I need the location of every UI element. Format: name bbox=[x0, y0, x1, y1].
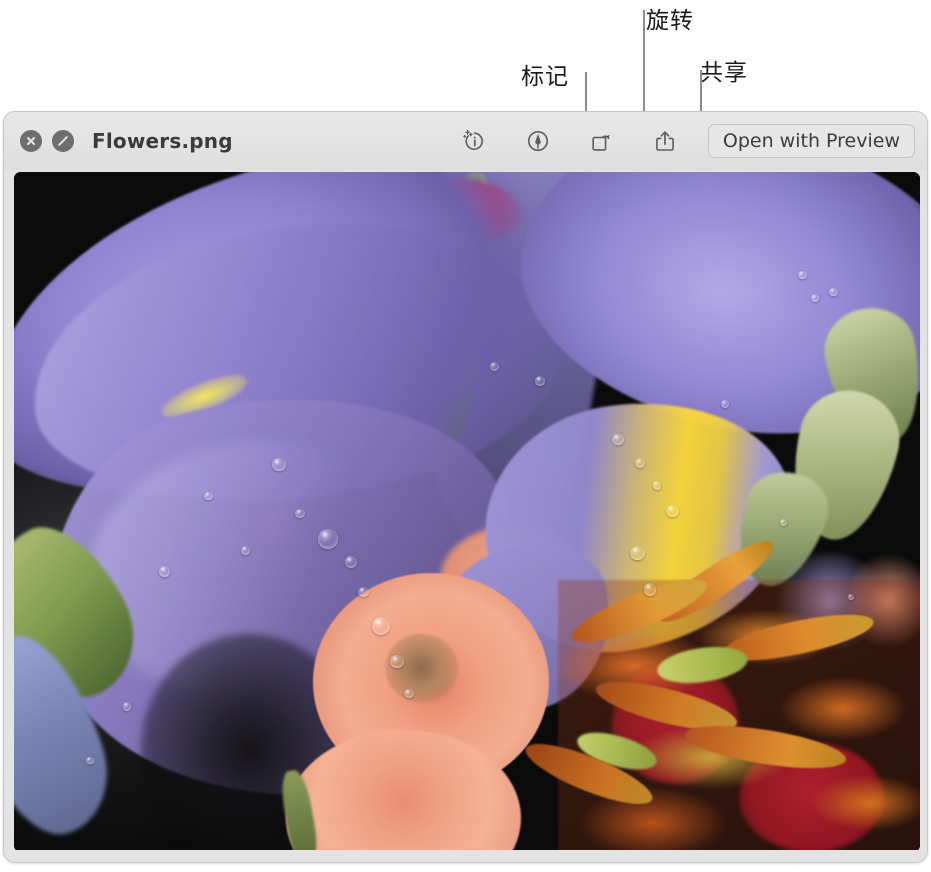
photo-droplet bbox=[653, 481, 661, 489]
photo-droplet bbox=[635, 458, 646, 468]
rotate-icon[interactable] bbox=[588, 127, 616, 155]
callout-label-rotate: 旋转 bbox=[646, 1, 694, 35]
toolbar-icon-group bbox=[460, 127, 680, 155]
photo-droplet bbox=[612, 434, 624, 446]
photo-droplet bbox=[535, 376, 545, 386]
callout-leader-rotate bbox=[643, 10, 645, 122]
photo-droplet bbox=[390, 655, 404, 668]
photo-droplet bbox=[798, 271, 807, 280]
callout-label-share: 共享 bbox=[700, 53, 748, 87]
photo-droplet bbox=[123, 702, 131, 710]
titlebar-left-group: Flowers.png bbox=[20, 129, 233, 153]
photo-droplet bbox=[811, 294, 818, 301]
share-icon[interactable] bbox=[652, 127, 680, 155]
no-entry-button[interactable] bbox=[52, 130, 74, 152]
document-title: Flowers.png bbox=[92, 129, 233, 153]
photo-droplet bbox=[780, 519, 787, 526]
photo-droplet bbox=[490, 362, 499, 371]
preview-image[interactable] bbox=[14, 172, 920, 852]
photo-droplet bbox=[159, 566, 170, 577]
photo-droplet bbox=[86, 757, 93, 764]
photo-dahlia-1-core bbox=[385, 634, 457, 702]
photo-droplet bbox=[829, 288, 837, 296]
window-bottom-strip bbox=[4, 850, 927, 862]
photo-droplet bbox=[358, 587, 369, 597]
info-sparkle-icon[interactable] bbox=[460, 127, 488, 155]
photo-droplet bbox=[272, 458, 286, 471]
photo-droplet bbox=[721, 400, 729, 408]
photo-droplet bbox=[644, 583, 657, 595]
photo-canvas bbox=[14, 172, 920, 852]
photo-droplet bbox=[848, 594, 854, 600]
close-button[interactable] bbox=[20, 130, 42, 152]
photo-droplet bbox=[295, 509, 305, 519]
callout-label-markup: 标记 bbox=[521, 57, 569, 91]
photo-droplet bbox=[241, 546, 250, 555]
photo-droplet bbox=[318, 529, 339, 549]
window-titlebar: Flowers.png bbox=[4, 112, 927, 170]
photo-droplet bbox=[630, 546, 644, 560]
markup-icon[interactable] bbox=[524, 127, 552, 155]
open-with-preview-button[interactable]: Open with Preview bbox=[708, 124, 915, 158]
photo-droplet bbox=[404, 689, 414, 699]
quick-look-window: Flowers.png bbox=[3, 111, 928, 863]
photo-droplet bbox=[372, 617, 390, 635]
